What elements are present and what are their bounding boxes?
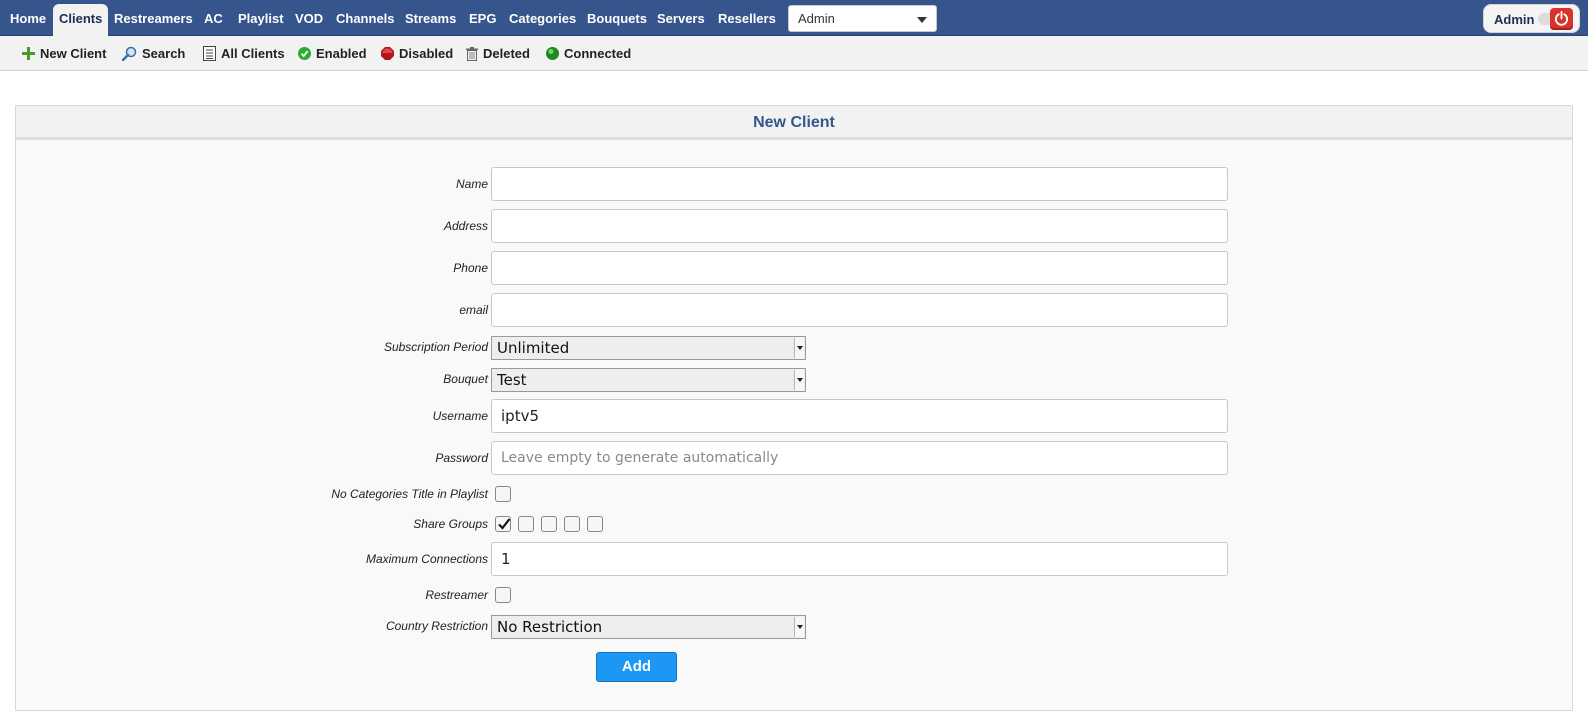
share-group-checkbox-3[interactable] [541, 516, 557, 532]
nav-item-bouquets[interactable]: Bouquets [587, 0, 647, 36]
trash-icon [466, 46, 478, 61]
green-dot-icon [546, 47, 559, 61]
role-select[interactable]: Admin [788, 5, 937, 32]
nav-item-servers[interactable]: Servers [657, 0, 705, 36]
top-nav: Home Clients Restreamers AC Playlist VOD… [0, 0, 1588, 36]
share-group-checkbox-2[interactable] [518, 516, 534, 532]
magnifier-icon [122, 46, 137, 62]
share-group-checkbox-5[interactable] [587, 516, 603, 532]
nav-item-epg[interactable]: EPG [469, 0, 496, 36]
logout-button[interactable] [1550, 8, 1573, 30]
bouquet-select[interactable]: Test [491, 368, 806, 392]
country-restriction-value: No Restriction [497, 618, 603, 636]
nav-item-clients[interactable]: Clients [53, 4, 109, 36]
share-groups-label: Share Groups [413, 517, 488, 531]
connected-label: Connected [564, 46, 632, 61]
nav-item-home[interactable]: Home [10, 0, 46, 36]
max-connections-label: Maximum Connections [365, 552, 488, 566]
enabled-filter-button[interactable]: Enabled [298, 36, 367, 71]
share-group-checkbox-4[interactable] [564, 516, 580, 532]
nav-item-channels[interactable]: Channels [336, 0, 395, 36]
bouquet-value: Test [497, 371, 527, 389]
chevron-down-icon [794, 370, 804, 390]
country-restriction-label: Country Restriction [385, 619, 488, 633]
phone-input[interactable] [491, 251, 1228, 285]
restreamer-checkbox[interactable] [495, 587, 511, 603]
green-check-icon [298, 47, 311, 61]
sub-toolbar: New Client Search All Clients Enabled Di… [0, 36, 1588, 71]
subscription-period-select[interactable]: Unlimited [491, 336, 806, 360]
name-label: Name [455, 177, 488, 191]
email-input[interactable] [491, 293, 1228, 327]
search-label: Search [142, 46, 186, 61]
subscription-period-value: Unlimited [497, 339, 570, 357]
deleted-label: Deleted [483, 46, 530, 61]
name-input[interactable] [491, 167, 1228, 201]
plus-icon [22, 47, 35, 61]
max-connections-input[interactable]: 1 [491, 542, 1228, 576]
enabled-label: Enabled [316, 46, 367, 61]
disabled-label: Disabled [399, 46, 454, 61]
user-name: Admin [1494, 12, 1535, 27]
chevron-down-icon [794, 617, 804, 637]
new-client-label: New Client [40, 46, 107, 61]
chevron-down-icon [794, 338, 804, 358]
panel-title: New Client [16, 106, 1572, 140]
nav-item-categories[interactable]: Categories [509, 0, 576, 36]
no-categories-title-label: No Categories Title in Playlist [331, 487, 488, 501]
list-icon [203, 46, 216, 62]
all-clients-label: All Clients [221, 46, 285, 61]
checkmark-icon [498, 518, 511, 530]
restreamer-label: Restreamer [425, 588, 488, 602]
power-icon [1554, 11, 1569, 26]
add-button[interactable]: Add [596, 652, 677, 682]
password-label: Password [435, 451, 488, 465]
no-categories-title-checkbox[interactable] [495, 486, 511, 502]
nav-item-resellers[interactable]: Resellers [718, 0, 776, 36]
all-clients-button[interactable]: All Clients [203, 36, 285, 71]
deleted-filter-button[interactable]: Deleted [466, 36, 530, 71]
user-menu: Admin [1483, 4, 1580, 33]
nav-item-streams[interactable]: Streams [405, 0, 456, 36]
subscription-period-label: Subscription Period [383, 340, 488, 354]
nav-item-playlist[interactable]: Playlist [238, 0, 284, 36]
nav-item-restreamers[interactable]: Restreamers [114, 0, 193, 36]
red-stop-icon [381, 47, 394, 61]
disabled-filter-button[interactable]: Disabled [381, 36, 453, 71]
email-label: email [459, 303, 488, 317]
password-input[interactable]: Leave empty to generate automatically [491, 441, 1228, 475]
username-input[interactable]: iptv5 [491, 399, 1228, 433]
share-group-checkbox-1[interactable] [495, 516, 511, 532]
nav-item-vod[interactable]: VOD [295, 0, 323, 36]
address-input[interactable] [491, 209, 1228, 243]
username-label: Username [432, 409, 488, 423]
search-button[interactable]: Search [122, 36, 185, 71]
new-client-button[interactable]: New Client [22, 36, 106, 71]
nav-item-ac[interactable]: AC [204, 0, 223, 36]
connected-filter-button[interactable]: Connected [546, 36, 631, 71]
address-label: Address [443, 219, 488, 233]
phone-label: Phone [453, 261, 488, 275]
chevron-down-icon [917, 17, 927, 23]
bouquet-label: Bouquet [443, 372, 488, 386]
role-select-value: Admin [798, 11, 835, 26]
country-restriction-select[interactable]: No Restriction [491, 615, 806, 639]
